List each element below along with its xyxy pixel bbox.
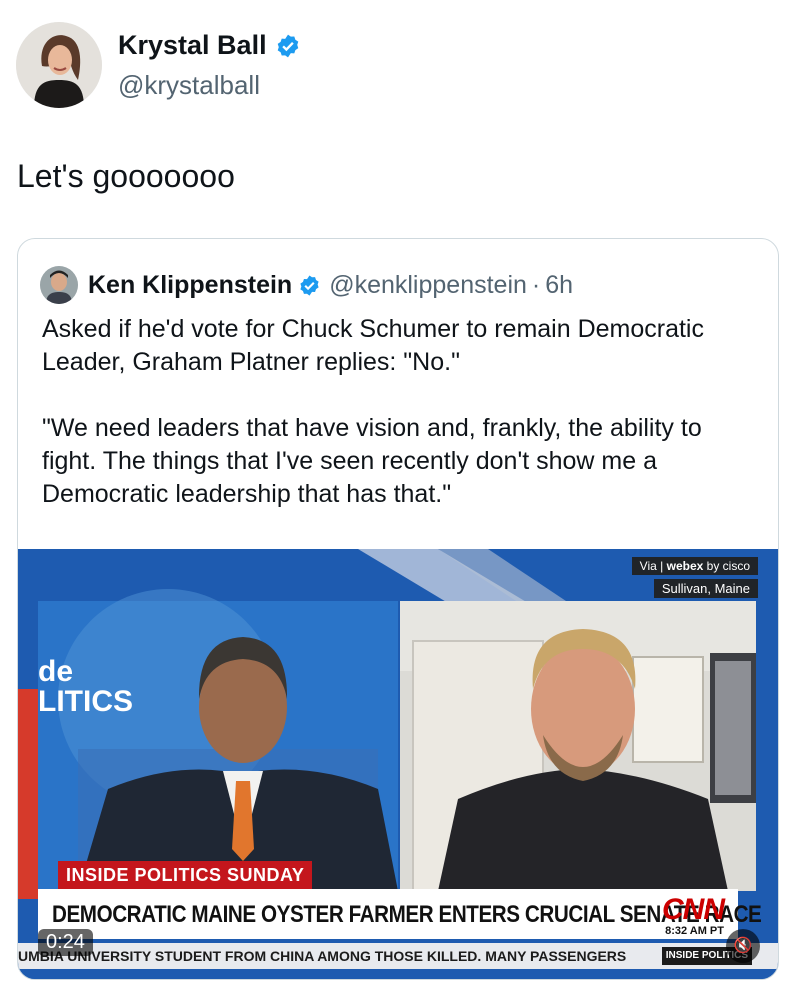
broadcast-clock: 8:32 AM PT — [665, 925, 724, 937]
show-logo-line: LITICS — [38, 685, 133, 718]
author-name[interactable]: Krystal Ball — [118, 30, 267, 61]
show-logo: de LITICS — [38, 657, 133, 717]
tweet-header: Krystal Ball @krystalball — [16, 22, 776, 112]
video-player[interactable]: Via | webex by cisco Sullivan, Maine de … — [18, 549, 778, 979]
video-duration: 0:24 — [38, 929, 93, 956]
via-label: Via — [639, 559, 657, 573]
quoted-author-handle[interactable]: @kenklippenstein — [329, 271, 527, 300]
speaker-muted-icon[interactable]: 🔇 — [726, 929, 760, 963]
quoted-author-name[interactable]: Ken Klippenstein — [88, 271, 292, 300]
show-logo-line: de — [38, 655, 74, 688]
author-avatar[interactable] — [16, 22, 102, 108]
verified-badge-icon — [300, 274, 319, 296]
quoted-paragraph: "We need leaders that have vision and, f… — [42, 414, 702, 508]
quoted-timestamp[interactable]: 6h — [545, 271, 573, 300]
quoted-paragraph: Asked if he'd vote for Chuck Schumer to … — [42, 315, 704, 376]
ticker-text: UMBIA UNIVERSITY STUDENT FROM CHINA AMON… — [18, 948, 627, 964]
cnn-logo: CNN — [662, 893, 725, 926]
location-label: Sullivan, Maine — [653, 579, 758, 598]
program-label: INSIDE POLITICS SUNDAY — [58, 861, 313, 890]
webex-badge: Via | webex by cisco — [631, 557, 758, 575]
headline-text: DEMOCRATIC MAINE OYSTER FARMER ENTERS CR… — [52, 901, 762, 928]
headline-bar: DEMOCRATIC MAINE OYSTER FARMER ENTERS CR… — [38, 889, 762, 939]
quoted-tweet[interactable]: Ken Klippenstein @kenklippenstein · 6h A… — [17, 238, 779, 980]
separator-dot: · — [531, 270, 541, 299]
via-brand: webex — [666, 559, 704, 573]
quoted-author-avatar[interactable] — [40, 266, 78, 304]
author-handle[interactable]: @krystalball — [118, 70, 260, 101]
quoted-tweet-text: Asked if he'd vote for Chuck Schumer to … — [42, 313, 754, 544]
via-by: by cisco — [706, 559, 750, 573]
quoted-tweet-header: Ken Klippenstein @kenklippenstein · 6h — [40, 265, 573, 305]
verified-badge-icon — [277, 34, 298, 57]
news-ticker: UMBIA UNIVERSITY STUDENT FROM CHINA AMON… — [18, 943, 778, 969]
tweet-text: Let's gooooooo — [17, 158, 235, 194]
